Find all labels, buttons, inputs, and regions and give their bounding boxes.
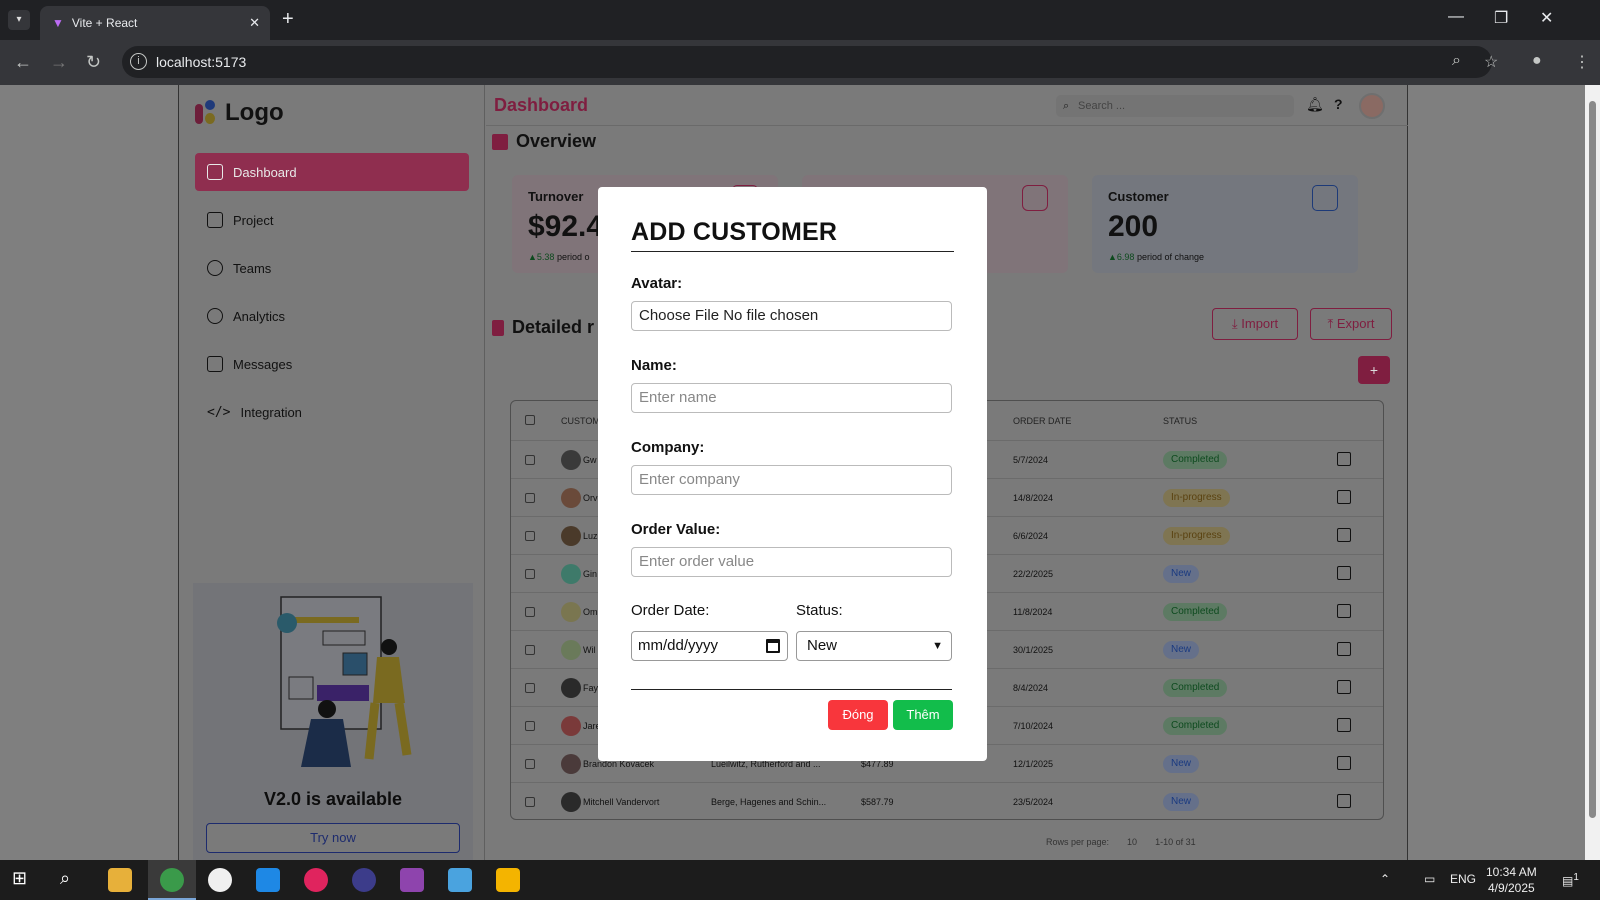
language-indicator[interactable]: ENG [1450, 872, 1476, 886]
status-select-value: New [807, 637, 838, 654]
close-button[interactable]: Đóng [828, 700, 888, 730]
order-date-input[interactable]: mm/dd/yyyy [631, 631, 788, 661]
status-select[interactable]: New ▼ [796, 631, 952, 661]
zoom-icon[interactable]: ⌕ [1452, 52, 1461, 70]
page-scrollbar[interactable] [1585, 85, 1600, 860]
eclipse-icon[interactable] [352, 868, 376, 892]
browser-menu-icon[interactable]: ⋮ [1574, 52, 1590, 72]
name-label: Name: [631, 357, 677, 374]
browser-tab-strip: ▾ ▼ Vite + React ✕ + — ❐ ✕ [0, 0, 1600, 40]
order-date-label: Order Date: [631, 602, 710, 619]
modal-title: ADD CUSTOMER [631, 218, 838, 246]
order-date-value: mm/dd/yyyy [638, 637, 719, 654]
vscode-icon[interactable] [256, 868, 280, 892]
order-value-input[interactable]: Enter order value [631, 547, 952, 577]
time: 10:34 AM [1486, 865, 1537, 879]
app-icon[interactable] [496, 868, 520, 892]
status-label: Status: [796, 602, 843, 619]
app-icon[interactable] [448, 868, 472, 892]
page-viewport: Logo Dashboard Project Teams Analytics M… [0, 85, 1585, 860]
browser-tab[interactable]: ▼ Vite + React ✕ [40, 6, 270, 40]
vite-favicon-icon: ▼ [52, 16, 64, 30]
visual-studio-icon[interactable] [400, 868, 424, 892]
order-value-label: Order Value: [631, 521, 721, 538]
modal-divider [631, 251, 954, 252]
notification-icon[interactable]: ▤1 [1562, 872, 1579, 888]
app-icon[interactable] [208, 868, 232, 892]
start-icon[interactable]: ⊞ [12, 868, 36, 892]
file-explorer-icon[interactable] [108, 868, 132, 892]
modal-overlay[interactable]: ADD CUSTOMER Avatar: Choose File No file… [0, 85, 1585, 860]
profile-icon[interactable]: ● [1532, 52, 1542, 70]
network-icon[interactable]: ▭ [1424, 872, 1435, 886]
search-icon[interactable]: ⌕ [60, 868, 84, 892]
chrome-icon[interactable] [160, 868, 184, 892]
windows-taskbar: ⊞ ⌕ ⌃ ▭ ENG 10:34 AM 4/9/2025 ▤1 [0, 860, 1600, 900]
calendar-icon[interactable] [766, 639, 780, 653]
submit-add-button[interactable]: Thêm [893, 700, 953, 730]
url-text: localhost:5173 [156, 54, 247, 70]
reload-icon[interactable]: ↻ [86, 52, 101, 73]
name-input[interactable]: Enter name [631, 383, 952, 413]
company-label: Company: [631, 439, 705, 456]
window-close-button[interactable]: ✕ [1540, 8, 1553, 28]
forward-icon[interactable]: → [50, 52, 68, 73]
tab-title: Vite + React [71, 16, 138, 30]
date: 4/9/2025 [1487, 881, 1535, 895]
scrollbar-thumb[interactable] [1589, 101, 1596, 818]
back-icon[interactable]: ← [14, 52, 32, 73]
address-bar-row: ← → ↻ i localhost:5173 ⌕ ☆ ● ⋮ [0, 40, 1600, 85]
chevron-up-icon[interactable]: ⌃ [1380, 872, 1390, 886]
tab-search-button[interactable]: ▾ [8, 10, 30, 30]
bookmark-star-icon[interactable]: ☆ [1484, 52, 1498, 72]
avatar-label: Avatar: [631, 275, 683, 292]
avatar-file-input[interactable]: Choose File No file chosen [631, 301, 952, 331]
new-tab-button[interactable]: + [282, 8, 294, 31]
add-customer-modal: ADD CUSTOMER Avatar: Choose File No file… [598, 187, 987, 761]
url-bar[interactable]: i localhost:5173 [122, 46, 1492, 78]
tab-close-icon[interactable]: ✕ [249, 15, 260, 31]
site-info-icon[interactable]: i [130, 53, 147, 70]
restore-button[interactable]: ❐ [1494, 8, 1508, 28]
minimize-button[interactable]: — [1448, 8, 1464, 26]
app-icon[interactable] [304, 868, 328, 892]
modal-footer-divider [631, 689, 952, 690]
company-input[interactable]: Enter company [631, 465, 952, 495]
clock[interactable]: 10:34 AM 4/9/2025 [1486, 864, 1537, 896]
chevron-down-icon: ▼ [932, 640, 943, 652]
